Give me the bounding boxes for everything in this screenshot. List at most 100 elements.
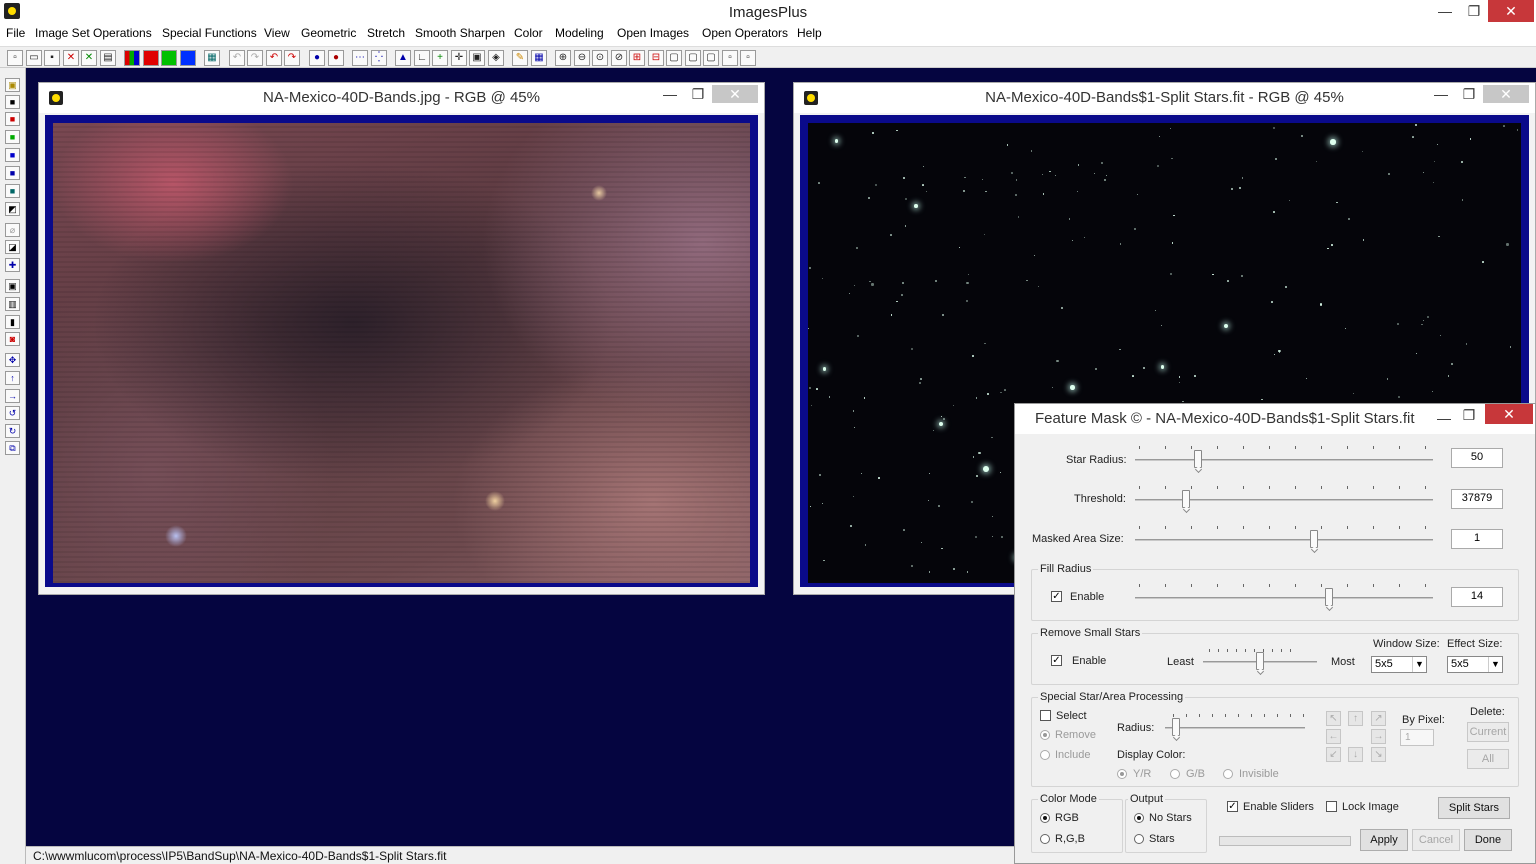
window-layout-1-icon[interactable]: ▢ (666, 50, 682, 66)
print-icon[interactable]: ▤ (100, 50, 116, 66)
image-window-minimize-button[interactable]: — (1427, 83, 1455, 105)
grid-icon[interactable]: ▦ (204, 50, 220, 66)
output-no-stars-radio[interactable] (1134, 813, 1144, 823)
plot-icon[interactable]: ⁛ (371, 50, 387, 66)
table-icon[interactable]: ▦ (531, 50, 547, 66)
star-mark-icon[interactable]: ● (328, 50, 344, 66)
select-checkbox[interactable] (1040, 710, 1051, 721)
zoom-out-icon[interactable]: ⊖ (574, 50, 590, 66)
image-window-close-button[interactable]: ✕ (712, 85, 758, 103)
chevron-down-icon[interactable]: ▼ (1488, 657, 1502, 672)
image-window-split-stars-titlebar[interactable]: NA-Mexico-40D-Bands$1-Split Stars.fit - … (794, 83, 1535, 113)
menu-file[interactable]: File (6, 26, 25, 40)
close-all-icon[interactable]: ✕ (81, 50, 97, 66)
rotate-left-tool-icon[interactable]: ↺ (5, 406, 20, 420)
window-layout-2-icon[interactable]: ▢ (685, 50, 701, 66)
brush-tool-icon[interactable]: ◪ (5, 240, 20, 254)
threshold-slider-thumb[interactable] (1181, 490, 1190, 508)
menu-open-operators[interactable]: Open Operators (702, 26, 788, 40)
dialog-titlebar[interactable]: Feature Mask © - NA-Mexico-40D-Bands$1-S… (1015, 404, 1535, 434)
dialog-maximize-button[interactable]: ❐ (1452, 404, 1486, 426)
remove-radio[interactable] (1040, 730, 1050, 740)
nudge-up-icon[interactable]: ↑ (1348, 711, 1363, 726)
threshold-value[interactable]: 37879 (1451, 489, 1503, 509)
star-radius-slider-thumb[interactable] (1193, 450, 1202, 468)
menu-help[interactable]: Help (797, 26, 822, 40)
blue-tool-icon[interactable]: ■ (5, 148, 20, 162)
star-radius-track[interactable] (1135, 459, 1433, 461)
black-tool-icon[interactable]: ■ (5, 95, 20, 109)
fill-radius-slider-thumb[interactable] (1324, 588, 1333, 606)
remove-small-slider-thumb[interactable] (1256, 652, 1264, 670)
crosshair-tool-icon[interactable]: ✚ (5, 258, 20, 272)
include-radio[interactable] (1040, 750, 1050, 760)
menu-geometric[interactable]: Geometric (301, 26, 356, 40)
masked-area-value[interactable]: 1 (1451, 529, 1503, 549)
menu-image-set-operations[interactable]: Image Set Operations (35, 26, 152, 40)
menu-stretch[interactable]: Stretch (367, 26, 405, 40)
move-tool-icon[interactable]: ✥ (5, 353, 20, 367)
layer-tool-icon[interactable]: ■ (5, 166, 20, 180)
menu-modeling[interactable]: Modeling (555, 26, 604, 40)
image-window-close-button[interactable]: ✕ (1483, 85, 1529, 103)
zoom-actual-icon[interactable]: ⊘ (611, 50, 627, 66)
color-mode-r-g-b-radio[interactable] (1040, 834, 1050, 844)
red-channel-icon[interactable] (143, 50, 159, 66)
fill-tool-icon[interactable]: ▮ (5, 315, 20, 329)
green-channel-icon[interactable] (161, 50, 177, 66)
nudge-down-right-icon[interactable]: ↘ (1371, 747, 1386, 762)
star-select-icon[interactable]: ● (309, 50, 325, 66)
pencil-icon[interactable]: ✎ (512, 50, 528, 66)
rotate-tool-icon[interactable]: ◙ (5, 332, 20, 346)
dialog-close-button[interactable]: ✕ (1485, 404, 1533, 424)
masked-area-slider-thumb[interactable] (1309, 530, 1318, 548)
redo-icon[interactable]: ↷ (284, 50, 300, 66)
zoom-in-icon[interactable]: ⊕ (555, 50, 571, 66)
palette-icon[interactable]: ◈ (488, 50, 504, 66)
add-icon[interactable]: + (432, 50, 448, 66)
save-icon[interactable]: ▪ (44, 50, 60, 66)
rgb-channels-icon[interactable] (124, 50, 140, 66)
levels-tool-icon[interactable]: ▥ (5, 297, 20, 311)
output-stars-radio[interactable] (1134, 834, 1144, 844)
zoom-fit-icon[interactable]: ⊙ (592, 50, 608, 66)
nudge-right-icon[interactable]: → (1371, 729, 1386, 744)
color-mode-rgb-radio[interactable] (1040, 813, 1050, 823)
image-window-minimize-button[interactable]: — (656, 83, 684, 105)
curve-icon[interactable]: ∟ (414, 50, 430, 66)
lasso-tool-icon[interactable]: ⌀ (5, 223, 20, 237)
save-tool-icon[interactable]: ▣ (5, 78, 20, 92)
star-radius-value[interactable]: 50 (1451, 448, 1503, 468)
cancel-button[interactable]: Cancel (1412, 829, 1460, 851)
open-icon[interactable]: ▭ (26, 50, 42, 66)
undo-disabled-icon[interactable]: ↶ (229, 50, 245, 66)
window-size-select[interactable]: 5x5 ▼ (1371, 656, 1427, 673)
nudge-up-right-icon[interactable]: ↗ (1371, 711, 1386, 726)
fill-radius-enable-checkbox[interactable]: ✓ (1051, 591, 1062, 602)
chevron-down-icon[interactable]: ▼ (1412, 657, 1426, 672)
special-radius-track[interactable] (1165, 727, 1305, 729)
zoom-minus-icon[interactable]: ⊟ (648, 50, 664, 66)
fill-radius-value[interactable]: 14 (1451, 587, 1503, 607)
flip-vertical-tool-icon[interactable]: ↑ (5, 371, 20, 385)
green-tool-icon[interactable]: ■ (5, 130, 20, 144)
yr-radio[interactable] (1117, 769, 1127, 779)
enable-sliders-checkbox[interactable]: ✓ (1227, 801, 1238, 812)
nudge-up-left-icon[interactable]: ↖ (1326, 711, 1341, 726)
contrast-tool-icon[interactable]: ◩ (5, 202, 20, 216)
zoom-plus-icon[interactable]: ⊞ (629, 50, 645, 66)
effect-size-select[interactable]: 5x5 ▼ (1447, 656, 1503, 673)
gb-radio[interactable] (1170, 769, 1180, 779)
menu-open-images[interactable]: Open Images (617, 26, 689, 40)
done-button[interactable]: Done (1464, 829, 1512, 851)
redo-disabled-icon[interactable]: ↷ (247, 50, 263, 66)
duplicate-tool-icon[interactable]: ⧉ (5, 441, 20, 455)
undo-icon[interactable]: ↶ (266, 50, 282, 66)
window-layout-4-icon[interactable]: ▫ (722, 50, 738, 66)
feature-mask-dialog[interactable]: Feature Mask © - NA-Mexico-40D-Bands$1-S… (1014, 403, 1536, 864)
nudge-down-left-icon[interactable]: ↙ (1326, 747, 1341, 762)
flip-horizontal-tool-icon[interactable]: → (5, 389, 20, 403)
menu-color[interactable]: Color (514, 26, 543, 40)
mask-tool-icon[interactable]: ■ (5, 184, 20, 198)
by-pixel-spinner[interactable]: 1 (1400, 729, 1434, 746)
